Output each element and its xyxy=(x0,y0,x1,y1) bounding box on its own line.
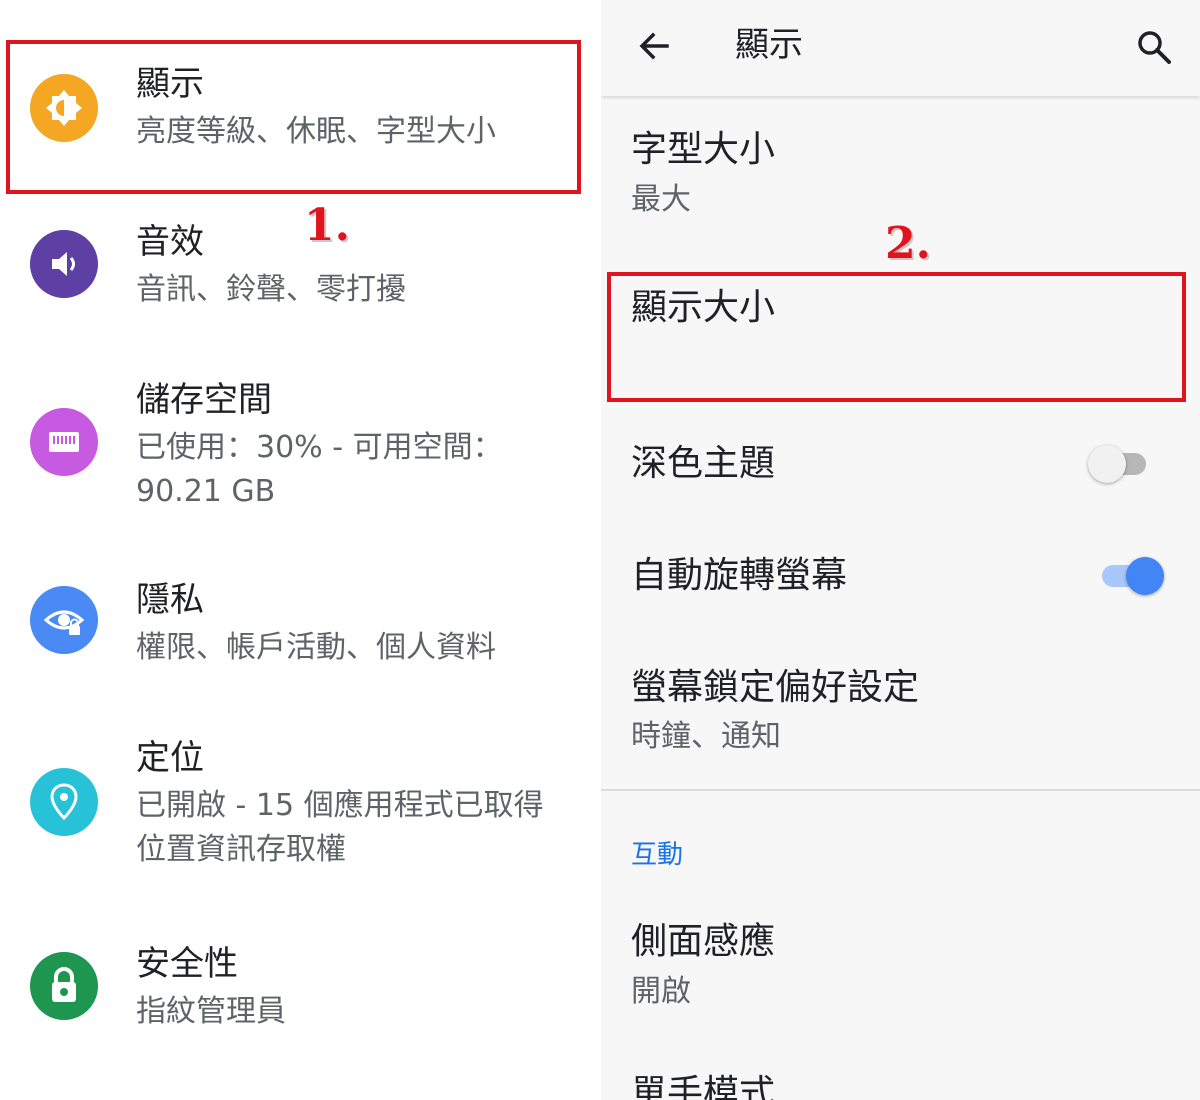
setting-summary: 時鐘、通知 xyxy=(631,719,781,754)
settings-item-summary: 指紋管理員 xyxy=(136,994,286,1029)
dark-theme-toggle[interactable] xyxy=(1088,444,1152,484)
settings-item-summary: 已使用：30% - 可用空間：90.21 GB xyxy=(136,430,503,509)
settings-item-summary: 音訊、鈴聲、零打擾 xyxy=(136,272,406,307)
setting-title: 自動旋轉螢幕 xyxy=(631,555,848,596)
setting-title: 側面感應 xyxy=(631,921,776,962)
search-icon[interactable] xyxy=(1131,24,1177,70)
settings-item-security[interactable]: 安全性 指紋管理員 xyxy=(0,938,600,1048)
settings-item-location[interactable]: 定位 已開啟 - 15 個應用程式已取得位置資訊存取權 xyxy=(0,732,600,872)
auto-rotate-toggle[interactable] xyxy=(1100,556,1164,596)
settings-item-title: 音效 xyxy=(136,222,204,262)
section-header-interaction: 互動 xyxy=(631,840,684,870)
setting-value: 最大 xyxy=(631,182,691,217)
setting-title: 螢幕鎖定偏好設定 xyxy=(631,667,920,708)
settings-item-storage[interactable]: 儲存空間 已使用：30% - 可用空間：90.21 GB xyxy=(0,374,600,514)
settings-item-sound[interactable]: 音效 音訊、鈴聲、零打擾 xyxy=(0,216,600,326)
arrow-back-icon[interactable] xyxy=(633,24,677,68)
annotation-step2-label: 2. xyxy=(885,218,931,269)
storage-icon xyxy=(30,408,98,476)
toggle-thumb xyxy=(1088,445,1126,483)
settings-item-title: 定位 xyxy=(136,738,204,778)
settings-list: 顯示 亮度等級、休眠、字型大小 音效 音訊、鈴聲、零打擾 儲存空間 已使用：30 xyxy=(0,0,600,1100)
lock-icon xyxy=(30,952,98,1020)
settings-item-title: 隱私 xyxy=(136,580,204,620)
annotation-step1-label: 1. xyxy=(304,200,350,251)
setting-value: 開啟 xyxy=(631,974,691,1009)
settings-item-title: 安全性 xyxy=(136,944,238,984)
app-bar: 顯示 xyxy=(601,0,1200,96)
settings-item-summary: 已開啟 - 15 個應用程式已取得位置資訊存取權 xyxy=(136,788,544,867)
setting-title: 單手模式 xyxy=(631,1073,776,1100)
section-divider xyxy=(601,789,1200,791)
setting-title: 字型大小 xyxy=(631,129,776,170)
toggle-thumb xyxy=(1126,557,1164,595)
display-settings-screen: 顯示 字型大小 最大 顯示大小 深色主題 自動旋轉螢幕 螢幕鎖定偏好設定 時鐘、… xyxy=(601,0,1200,1100)
settings-item-privacy[interactable]: 隱私 權限、帳戶活動、個人資料 xyxy=(0,574,600,684)
page-title: 顯示 xyxy=(735,25,803,65)
setting-title: 深色主題 xyxy=(631,443,776,484)
volume-icon xyxy=(30,230,98,298)
settings-item-title: 儲存空間 xyxy=(136,380,272,420)
settings-item-summary: 權限、帳戶活動、個人資料 xyxy=(136,630,496,665)
location-pin-icon xyxy=(30,768,98,836)
privacy-eye-icon xyxy=(30,586,98,654)
annotation-box-step2 xyxy=(607,272,1186,402)
annotation-box-step1 xyxy=(6,40,581,194)
